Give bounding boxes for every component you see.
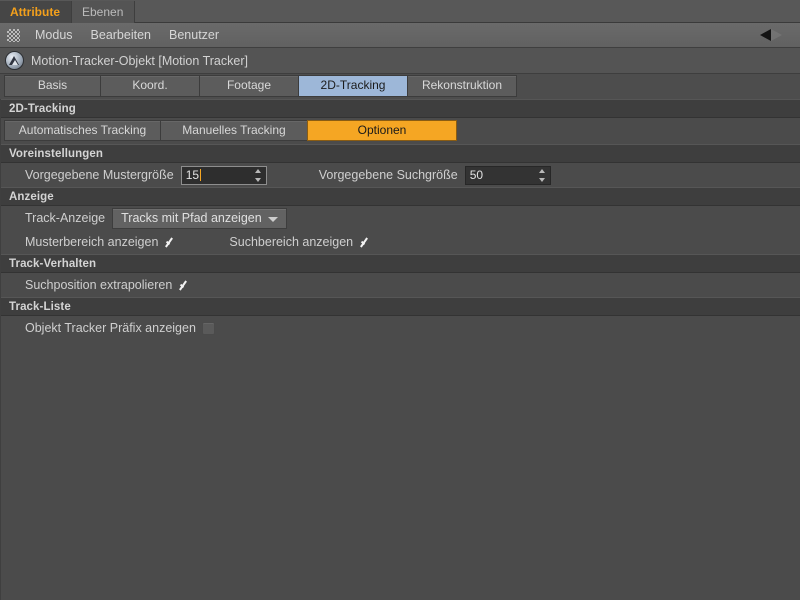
- tab-rekonstruktion[interactable]: Rekonstruktion: [407, 75, 517, 97]
- tab-2d-tracking[interactable]: 2D-Tracking: [298, 75, 408, 97]
- row-track-anzeige: Track-Anzeige Tracks mit Pfad anzeigen: [1, 206, 800, 230]
- tracking-subtab-row: Automatisches Tracking Manuelles Trackin…: [1, 118, 800, 144]
- subtab-automatisches-tracking[interactable]: Automatisches Tracking: [4, 120, 161, 141]
- label-vorgegebene-mustergroesse: Vorgegebene Mustergröße: [25, 168, 174, 182]
- value-track-anzeige: Tracks mit Pfad anzeigen: [121, 211, 262, 225]
- row-objekt-tracker-praefix: Objekt Tracker Präfix anzeigen: [1, 316, 800, 340]
- section-header-voreinstellungen: Voreinstellungen: [1, 144, 800, 163]
- attribute-manager-window: Attribute Ebenen Modus Bearbeiten Benutz…: [0, 0, 800, 600]
- checkbox-musterbereich-anzeigen[interactable]: [164, 236, 177, 249]
- menu-item-benutzer[interactable]: Benutzer: [160, 24, 228, 46]
- label-suchposition-extrapolieren: Suchposition extrapolieren: [25, 278, 173, 292]
- checkbox-suchposition-extrapolieren[interactable]: [178, 279, 191, 292]
- subtab-optionen[interactable]: Optionen: [307, 120, 457, 141]
- label-vorgegebene-suchgroesse: Vorgegebene Suchgröße: [318, 168, 458, 182]
- input-vorgegebene-mustergroesse[interactable]: 15: [180, 165, 267, 185]
- section-header-2d-tracking: 2D-Tracking: [1, 99, 800, 118]
- object-header: Motion-Tracker-Objekt [Motion Tracker]: [0, 48, 800, 74]
- text-caret: [200, 169, 202, 181]
- section-header-anzeige: Anzeige: [1, 187, 800, 206]
- input-vorgegebene-suchgroesse[interactable]: 50: [464, 165, 551, 185]
- row-bereich-checkboxes: Musterbereich anzeigen Suchbereich anzei…: [1, 230, 800, 254]
- section-header-track-liste: Track-Liste: [1, 297, 800, 316]
- checkbox-suchbereich-anzeigen[interactable]: [359, 236, 372, 249]
- tab-basis[interactable]: Basis: [4, 75, 101, 97]
- menu-bar: Modus Bearbeiten Benutzer: [0, 23, 800, 48]
- checkbox-objekt-tracker-praefix-anzeigen[interactable]: [201, 321, 215, 335]
- dropdown-track-anzeige[interactable]: Tracks mit Pfad anzeigen: [112, 207, 287, 229]
- spinner-up-down-icon[interactable]: [538, 168, 546, 182]
- label-objekt-tracker-praefix-anzeigen: Objekt Tracker Präfix anzeigen: [25, 321, 196, 335]
- value-mustergroesse: 15: [185, 167, 200, 182]
- attribute-content: 2D-Tracking Automatisches Tracking Manue…: [0, 99, 800, 600]
- panel-tab-attribute[interactable]: Attribute: [0, 1, 72, 23]
- label-musterbereich-anzeigen: Musterbereich anzeigen: [25, 235, 159, 249]
- label-suchbereich-anzeigen: Suchbereich anzeigen: [229, 235, 354, 249]
- object-title: Motion-Tracker-Objekt [Motion Tracker]: [31, 53, 248, 68]
- menu-item-modus[interactable]: Modus: [26, 24, 82, 46]
- menu-item-bearbeiten[interactable]: Bearbeiten: [82, 24, 160, 46]
- tab-footage[interactable]: Footage: [199, 75, 299, 97]
- chevron-down-icon: [267, 216, 278, 222]
- label-track-anzeige: Track-Anzeige: [25, 211, 106, 225]
- tab-koord[interactable]: Koord.: [100, 75, 200, 97]
- grip-dots-icon[interactable]: [7, 28, 20, 42]
- spinner-up-down-icon[interactable]: [254, 168, 262, 182]
- attribute-tab-row: Basis Koord. Footage 2D-Tracking Rekonst…: [0, 74, 800, 99]
- panel-tab-ebenen[interactable]: Ebenen: [72, 1, 136, 23]
- section-header-track-verhalten: Track-Verhalten: [1, 254, 800, 273]
- row-suchposition-extrapolieren: Suchposition extrapolieren: [1, 273, 800, 297]
- motion-tracker-icon: [5, 51, 24, 70]
- value-suchgroesse: 50: [469, 167, 484, 182]
- panel-tab-strip: Attribute Ebenen: [0, 0, 800, 23]
- left-triangle-icon[interactable]: [752, 27, 792, 43]
- row-vorgegebene-groessen: Vorgegebene Mustergröße 15 Vorgegebene S…: [1, 163, 800, 187]
- subtab-manuelles-tracking[interactable]: Manuelles Tracking: [160, 120, 308, 141]
